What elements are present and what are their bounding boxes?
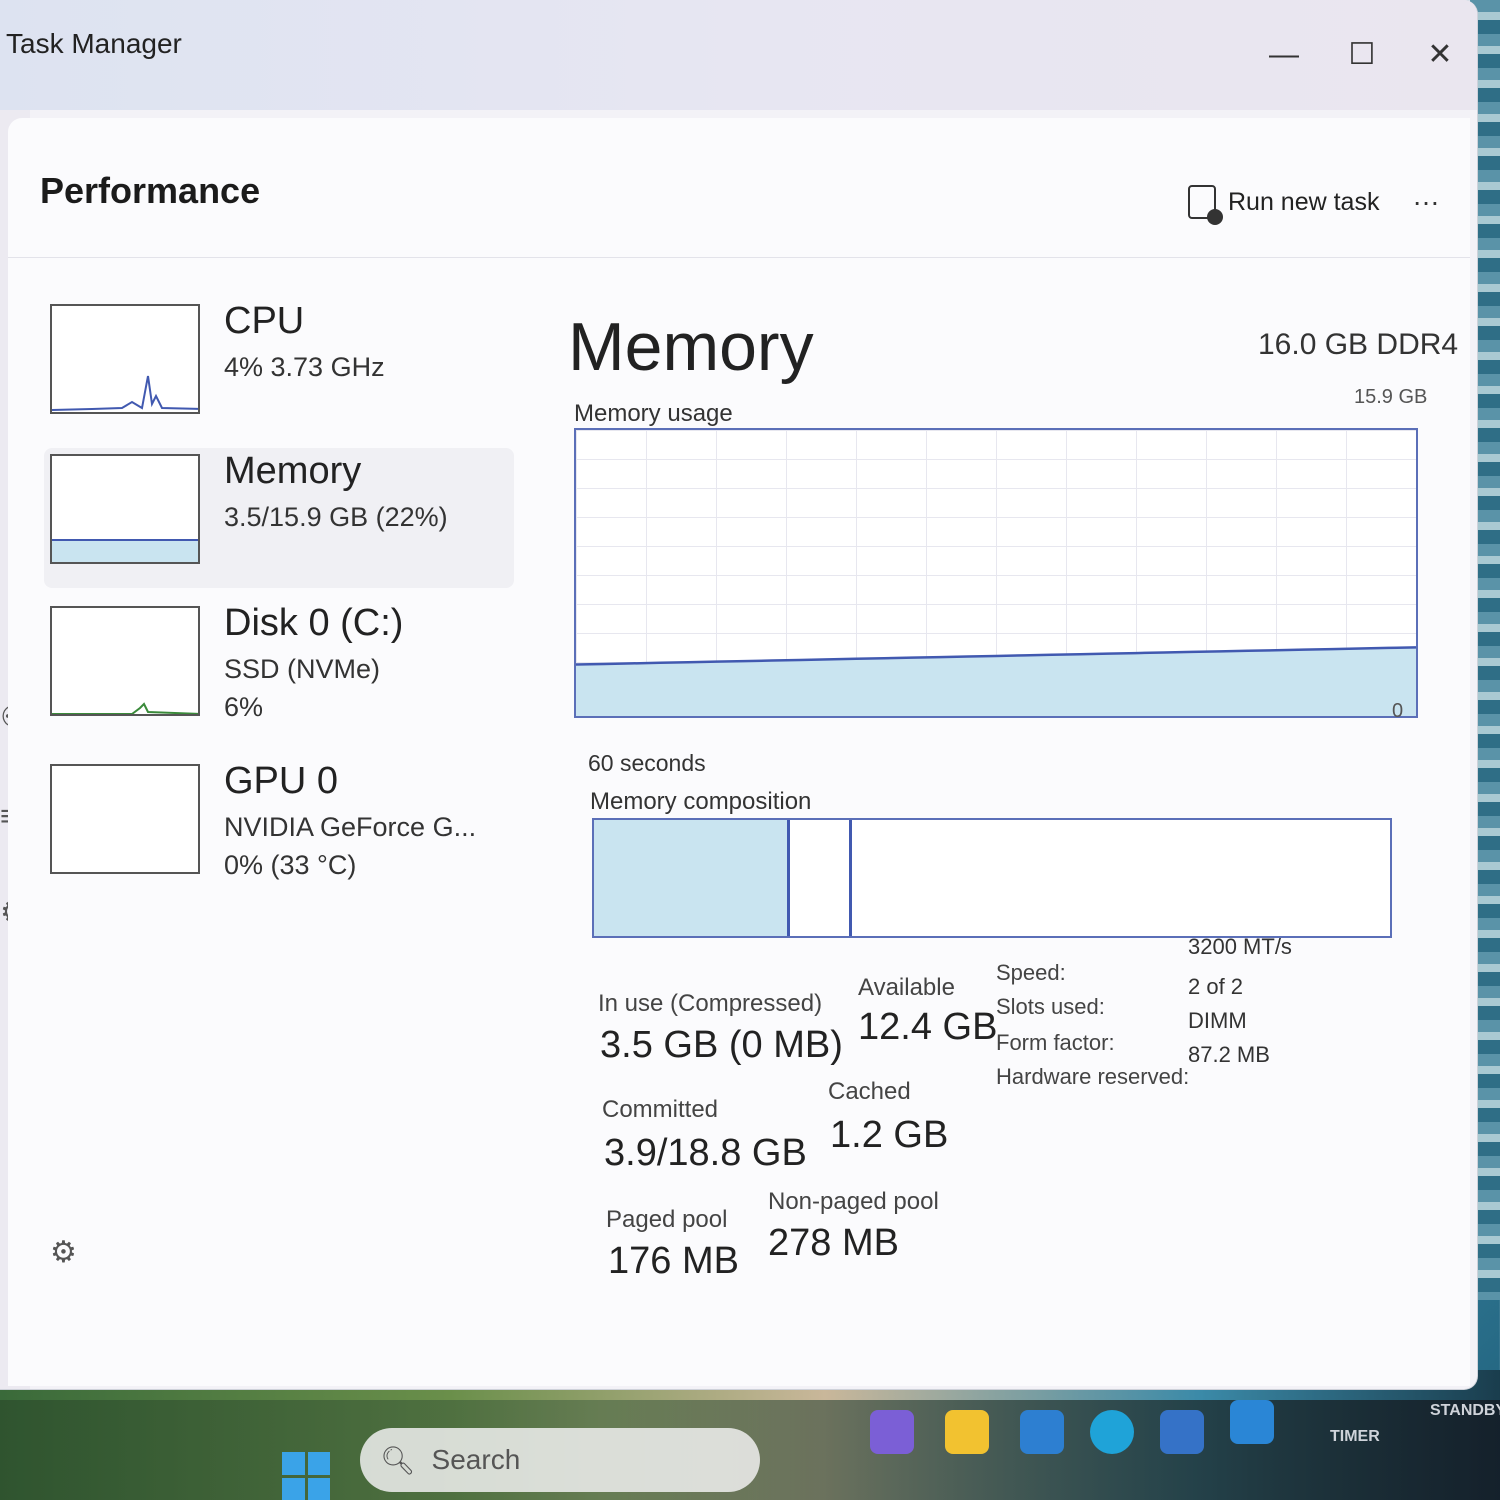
- store-app-icon[interactable]: [1160, 1410, 1204, 1454]
- cpu-thumbnail-graph: [50, 304, 200, 414]
- monitor-timer-label: TIMER: [1330, 1428, 1380, 1445]
- paged-pool-label: Paged pool: [606, 1206, 728, 1233]
- search-placeholder: Search: [431, 1444, 521, 1475]
- form-factor-label: Form factor:: [996, 1030, 1115, 1055]
- nonpaged-pool-value: 278 MB: [768, 1222, 899, 1264]
- run-new-task-button[interactable]: Run new task: [1188, 180, 1380, 225]
- more-options-button[interactable]: …: [1412, 180, 1442, 212]
- nonpaged-pool-label: Non-paged pool: [768, 1188, 939, 1215]
- page-title: Performance: [40, 170, 261, 211]
- run-task-icon: [1188, 185, 1223, 225]
- search-icon: 🔍︎: [380, 1444, 416, 1476]
- memory-title: Memory: [224, 450, 362, 492]
- committed-value: 3.9/18.8 GB: [604, 1132, 807, 1174]
- pinned-app-icon[interactable]: [1020, 1410, 1064, 1454]
- time-span-label: 60 seconds: [588, 750, 706, 776]
- memory-stats: 3.5/15.9 GB (22%): [224, 502, 448, 532]
- memory-usage-min: 0: [1392, 700, 1404, 722]
- memory-thumbnail-graph: [50, 454, 200, 564]
- composition-standby-free: [852, 820, 1390, 936]
- available-value: 12.4 GB: [858, 1006, 998, 1048]
- paged-pool-value: 176 MB: [608, 1240, 739, 1282]
- memory-spec: 16.0 GB DDR4: [1258, 328, 1459, 361]
- monitor-standby-label: STANDBY: [1430, 1402, 1500, 1419]
- composition-in-use: [594, 820, 790, 936]
- copilot-app-icon[interactable]: [870, 1410, 914, 1454]
- in-use-value: 3.5 GB (0 MB): [600, 1024, 843, 1066]
- gpu-model: NVIDIA GeForce G...: [224, 812, 477, 842]
- speed-label: Speed:: [996, 960, 1066, 985]
- run-new-task-label: Run new task: [1228, 187, 1380, 216]
- maximize-button[interactable]: ☐: [1332, 30, 1392, 80]
- memory-usage-label: Memory usage: [574, 400, 733, 427]
- disk-usage: 6%: [224, 692, 264, 722]
- taskbar: 🔍︎ Search TIMER STANDBY: [0, 1400, 1500, 1500]
- performance-page: Performance Run new task … CPU 4% 3.73 G…: [8, 118, 1470, 1386]
- composition-modified: [790, 820, 852, 936]
- task-manager-window: Task Manager — ☐ ✕ ⚇ ≡ ⚙ Performance Run…: [0, 0, 1478, 1390]
- memory-usage-area: [576, 647, 1416, 716]
- file-explorer-icon[interactable]: [945, 1410, 989, 1454]
- app-title: Task Manager: [6, 28, 182, 59]
- edge-browser-icon[interactable]: [1090, 1410, 1134, 1454]
- in-use-label: In use (Compressed): [598, 990, 823, 1017]
- task-manager-taskbar-icon[interactable]: [1230, 1400, 1274, 1444]
- gpu-thumbnail-graph: [50, 764, 200, 874]
- cached-label: Cached: [828, 1078, 911, 1105]
- form-factor-value: DIMM: [1188, 1008, 1247, 1033]
- hardware-reserved-value: 87.2 MB: [1188, 1042, 1270, 1067]
- windows-start-icon[interactable]: [282, 1452, 330, 1500]
- memory-usage-max: 15.9 GB: [1354, 386, 1428, 408]
- disk-type: SSD (NVMe): [224, 654, 381, 684]
- cached-value: 1.2 GB: [830, 1114, 949, 1156]
- sidebar-item-gpu[interactable]: GPU 0 NVIDIA GeForce G... 0% (33 °C): [44, 758, 514, 898]
- slots-value: 2 of 2: [1188, 974, 1244, 999]
- cpu-stats: 4% 3.73 GHz: [224, 352, 385, 382]
- gpu-usage: 0% (33 °C): [224, 850, 357, 880]
- speed-value: 3200 MT/s: [1188, 934, 1292, 959]
- sidebar-item-cpu[interactable]: CPU 4% 3.73 GHz: [44, 298, 514, 438]
- memory-composition-bar: [592, 818, 1392, 938]
- slots-label: Slots used:: [996, 994, 1105, 1019]
- sidebar-item-memory[interactable]: Memory 3.5/15.9 GB (22%): [44, 448, 514, 588]
- hardware-reserved-label: Hardware reserved:: [996, 1064, 1190, 1089]
- cpu-title: CPU: [224, 300, 305, 342]
- available-label: Available: [858, 974, 955, 1001]
- committed-label: Committed: [602, 1096, 719, 1123]
- disk-title: Disk 0 (C:): [224, 602, 404, 644]
- close-button[interactable]: ✕: [1410, 30, 1470, 80]
- page-header: Performance Run new task …: [8, 118, 1470, 258]
- disk-thumbnail-graph: [50, 606, 200, 716]
- memory-composition-label: Memory composition: [590, 788, 812, 815]
- taskbar-search[interactable]: 🔍︎ Search: [360, 1428, 760, 1492]
- sidebar-item-disk[interactable]: Disk 0 (C:) SSD (NVMe) 6%: [44, 600, 514, 740]
- minimize-button[interactable]: —: [1254, 30, 1314, 80]
- settings-icon[interactable]: ⚙: [50, 1235, 77, 1270]
- memory-usage-graph: [574, 428, 1418, 718]
- gpu-title: GPU 0: [224, 760, 339, 802]
- title-bar: Task Manager — ☐ ✕: [0, 0, 1477, 110]
- memory-heading: Memory: [568, 309, 814, 385]
